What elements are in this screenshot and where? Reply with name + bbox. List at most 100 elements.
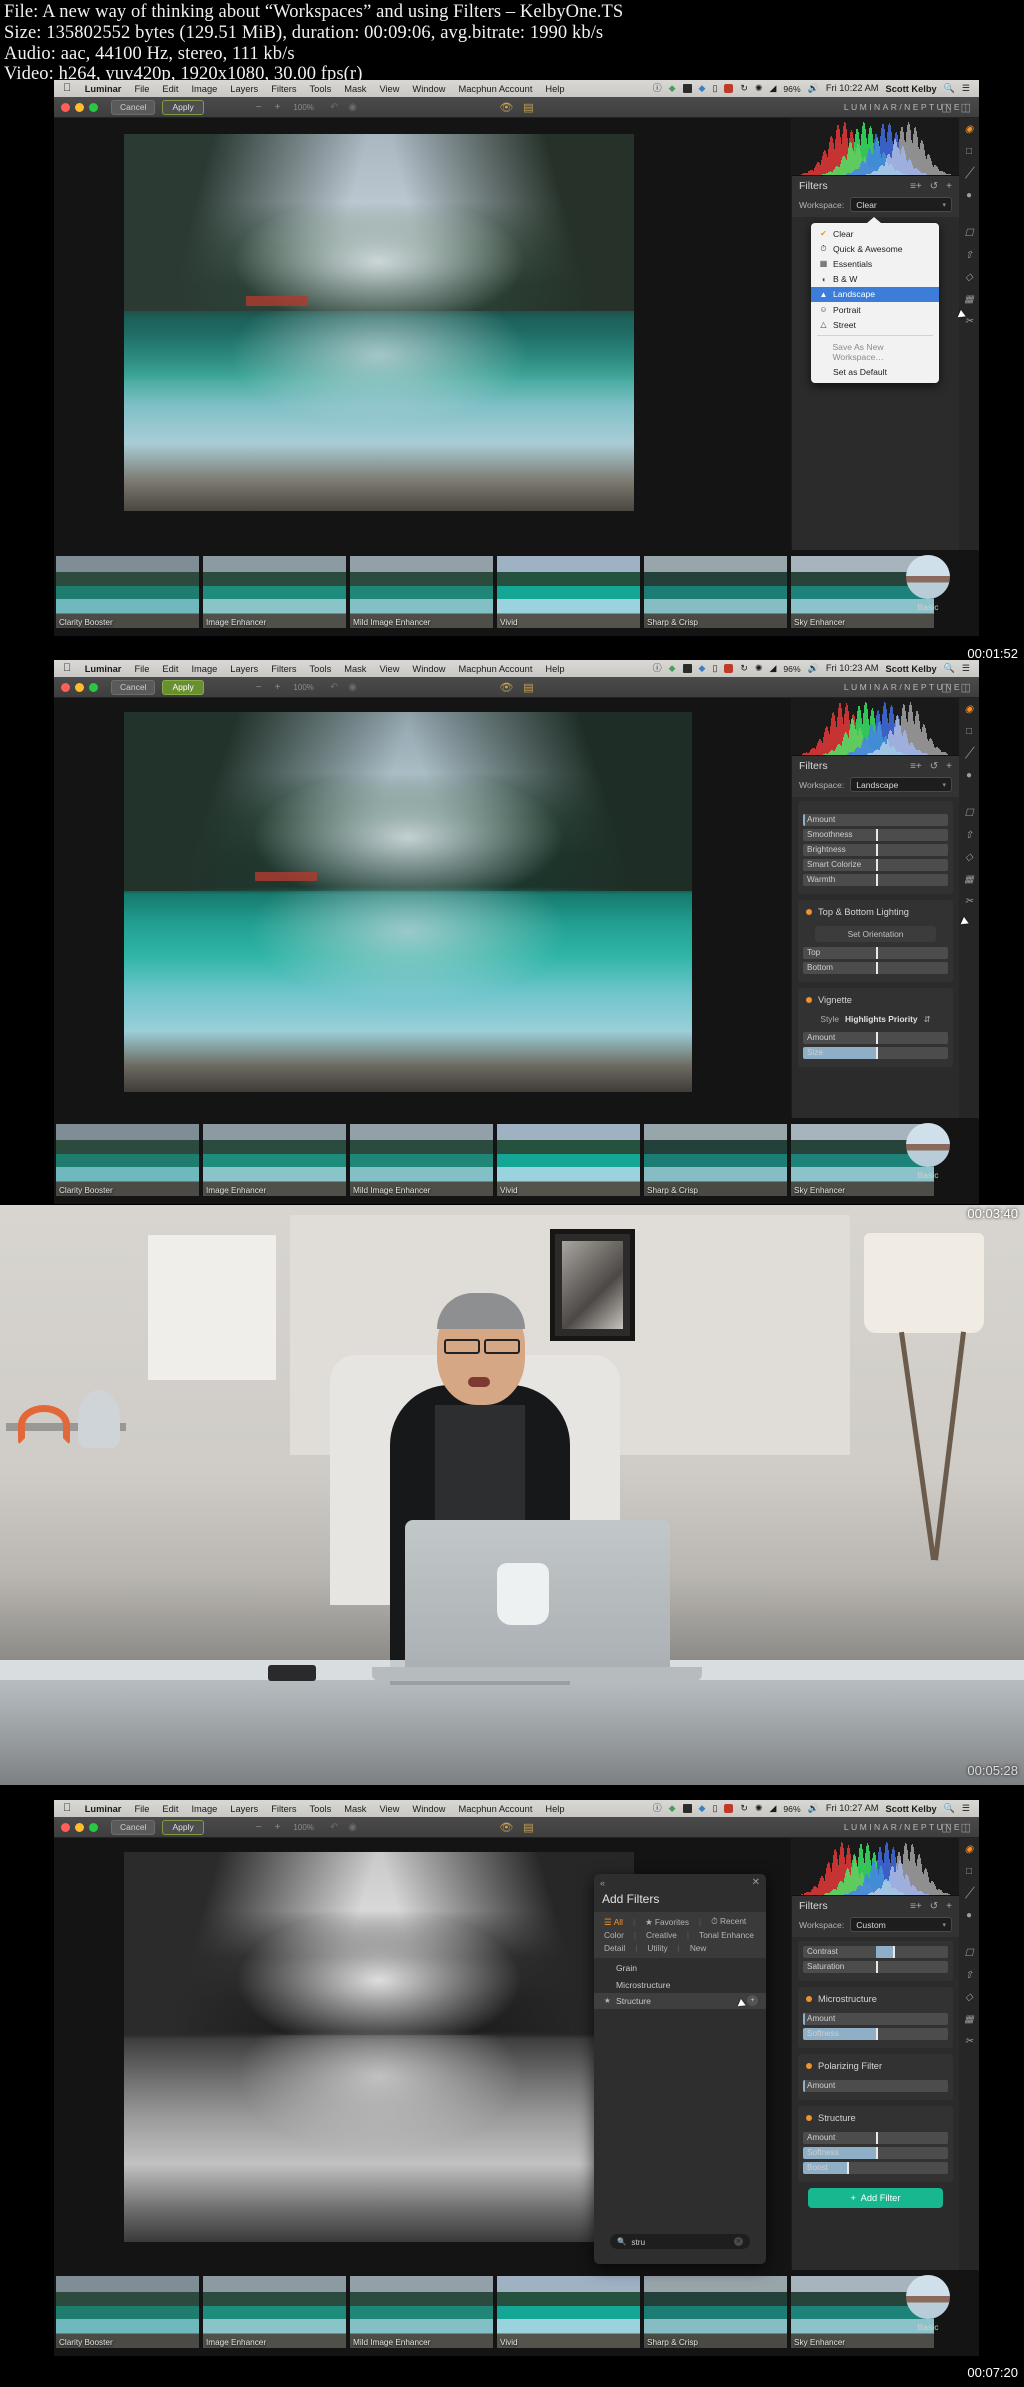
stepper-icon[interactable]: ⇵: [924, 1014, 931, 1024]
slider-structure-boost[interactable]: Boost: [803, 2162, 948, 2174]
menu-item-help-3[interactable]: Help: [539, 1804, 571, 1814]
history-controls-1[interactable]: ↶ ◉: [330, 102, 357, 113]
evernote-icon[interactable]: ◆: [669, 84, 676, 93]
compare-tools-1[interactable]: 👁 ▤: [499, 101, 533, 114]
info-circle-icon-2[interactable]: ⓘ: [653, 664, 662, 673]
preset-thumb-sharp-crisp-3[interactable]: Sharp & Crisp: [644, 2276, 787, 2348]
slider-micro-softness[interactable]: Softness: [803, 2028, 948, 2040]
menu-item-file[interactable]: File: [128, 84, 156, 94]
vignette-style-row[interactable]: Style Highlights Priority ⇵: [803, 1011, 948, 1029]
menu-item-file-2[interactable]: File: [128, 664, 156, 674]
timemachine-icon-3[interactable]: ↻: [740, 1804, 748, 1813]
tab-favorites[interactable]: ★ Favorites: [641, 1917, 693, 1927]
menu-item-tools[interactable]: Tools: [303, 84, 338, 94]
filter-toggle-dot-icon-polar[interactable]: [806, 2063, 812, 2069]
evernote-icon-3[interactable]: ◆: [669, 1804, 676, 1813]
menu-item-luminar[interactable]: Luminar: [78, 84, 128, 94]
slider-micro-amount[interactable]: Amount: [803, 2013, 948, 2025]
tab-color[interactable]: Color: [600, 1930, 628, 1940]
volume-icon-3[interactable]: 🔊: [808, 1804, 819, 1813]
compare-tools-2[interactable]: 👁 ▤: [499, 681, 533, 694]
notification-center-icon[interactable]: ☰: [962, 84, 970, 93]
filter-group-header-tbl[interactable]: Top & Bottom Lighting: [803, 905, 948, 923]
slider-smoothness[interactable]: Smoothness: [803, 829, 948, 841]
notification-center-icon-2[interactable]: ☰: [962, 664, 970, 673]
transform-icon-3[interactable]: ⇧: [964, 1970, 975, 1981]
adjust-icon-3[interactable]: ◉: [964, 1844, 975, 1855]
workspace-dropdown-menu[interactable]: ✔ Clear ⏱ Quick & Awesome ▦ Essentials ◖…: [811, 217, 939, 383]
preset-thumb-vivid-3[interactable]: Vivid: [497, 2276, 640, 2348]
slider-brightness[interactable]: Brightness: [803, 844, 948, 856]
preview-eye-icon-3[interactable]: 👁: [499, 1821, 513, 1834]
menu-item-image-3[interactable]: Image: [185, 1804, 224, 1814]
undo-icon[interactable]: ↶: [330, 102, 338, 113]
reset-icon-3[interactable]: ◉: [348, 1822, 357, 1833]
preset-thumb-sharp-crisp[interactable]: Sharp & Crisp: [644, 556, 787, 628]
menu-item-view[interactable]: View: [373, 84, 406, 94]
wifi-icon-3[interactable]: ◢: [769, 1804, 776, 1813]
spotlight-search-icon[interactable]: 🔍: [944, 84, 955, 93]
clear-search-icon[interactable]: ✕: [734, 2237, 743, 2246]
add-icon-1[interactable]: +: [946, 181, 952, 192]
zoom-out-icon[interactable]: −: [256, 102, 262, 113]
timemachine-icon[interactable]: ↻: [740, 84, 748, 93]
clone-icon[interactable]: ◇: [964, 272, 975, 283]
denoise-icon-2[interactable]: ▦: [964, 874, 975, 885]
tab-all[interactable]: ☰ All: [600, 1917, 627, 1927]
dropbox-icon[interactable]: ◆: [699, 84, 706, 93]
tool-rail-3[interactable]: ◉ □ ╱ ● ☐ ⇧ ◇ ▦ ✂: [959, 1838, 979, 2270]
adjust-icon-2[interactable]: ◉: [964, 704, 975, 715]
screen-recorder-icon[interactable]: [724, 84, 734, 93]
reset-icon-2[interactable]: ◉: [348, 682, 357, 693]
layout-toggles-2[interactable]: ◫ ◫: [941, 681, 971, 694]
reset-icon[interactable]: ◉: [348, 102, 357, 113]
crop-icon[interactable]: ☐: [964, 228, 975, 239]
filter-search-field[interactable]: 🔍 stru ✕: [610, 2234, 750, 2249]
layout-toggles-1[interactable]: ◫ ◫: [941, 101, 971, 114]
basic-preset-3[interactable]: Basic: [899, 2275, 957, 2332]
menu-item-edit[interactable]: Edit: [156, 84, 185, 94]
menu-item-image[interactable]: Image: [185, 84, 224, 94]
notification-center-icon-3[interactable]: ☰: [962, 1804, 970, 1813]
menu-item-layers-3[interactable]: Layers: [224, 1804, 265, 1814]
menu-item-mask[interactable]: Mask: [338, 84, 373, 94]
cancel-button-3[interactable]: Cancel: [111, 1819, 156, 1835]
brush-icon[interactable]: ╱: [964, 168, 975, 179]
erase-tool-icon-3[interactable]: ✂: [964, 2036, 975, 2047]
undo-icon-3[interactable]: ↶: [330, 1822, 338, 1833]
zoom-in-icon[interactable]: +: [275, 102, 281, 113]
transform-icon[interactable]: ⇧: [964, 250, 975, 261]
tab-tonal-enhance[interactable]: Tonal Enhance: [695, 1930, 758, 1940]
menu-item-edit-2[interactable]: Edit: [156, 664, 185, 674]
maximize-window-icon-2[interactable]: [89, 682, 98, 692]
transform-icon-2[interactable]: ⇧: [964, 830, 975, 841]
airplay-icon-2[interactable]: ▯: [712, 664, 717, 673]
menu-item-window-3[interactable]: Window: [406, 1804, 452, 1814]
filmstrip-toggle-icon-3[interactable]: ◫: [941, 1821, 951, 1834]
tab-new[interactable]: New: [686, 1943, 711, 1953]
user-name-2[interactable]: Scott Kelby: [886, 664, 937, 674]
menu-item-file-3[interactable]: File: [128, 1804, 156, 1814]
menu-item-macphun-account[interactable]: Macphun Account: [452, 84, 539, 94]
filter-toggle-dot-icon-structure[interactable]: [806, 2115, 812, 2121]
menu-item-help-2[interactable]: Help: [539, 664, 571, 674]
menu-item-window[interactable]: Window: [406, 84, 452, 94]
app-icon-2[interactable]: [682, 664, 692, 673]
favorite-star-icon[interactable]: ★: [604, 1996, 611, 2005]
adjust-icon[interactable]: ◉: [964, 124, 975, 135]
tool-rail-2[interactable]: ◉ □ ╱ ● ☐ ⇧ ◇ ▦ ✂: [959, 698, 979, 1118]
preset-thumb-sharp-crisp-2[interactable]: Sharp & Crisp: [644, 1124, 787, 1196]
apply-button-1[interactable]: Apply: [162, 99, 204, 115]
apple-menu-icon-3[interactable]: : [59, 1803, 78, 1814]
screen-recorder-icon-3[interactable]: [724, 1804, 734, 1813]
brush-icon-3[interactable]: ╱: [964, 1888, 975, 1899]
add-icon-3[interactable]: +: [946, 1901, 952, 1912]
menu-item-filters-3[interactable]: Filters: [265, 1804, 303, 1814]
add-filter-plus-icon[interactable]: +: [747, 1994, 758, 2006]
workspace-menu-item-essentials[interactable]: ▦ Essentials: [811, 256, 939, 271]
preset-thumb-clarity-booster-3[interactable]: Clarity Booster: [56, 2276, 199, 2348]
radial-mask-icon-3[interactable]: ●: [964, 1910, 975, 1921]
preset-thumb-image-enhancer-3[interactable]: Image Enhancer: [203, 2276, 346, 2348]
menu-item-macphun-account-2[interactable]: Macphun Account: [452, 664, 539, 674]
filter-list-item-microstructure[interactable]: Microstructure: [594, 1976, 766, 1992]
